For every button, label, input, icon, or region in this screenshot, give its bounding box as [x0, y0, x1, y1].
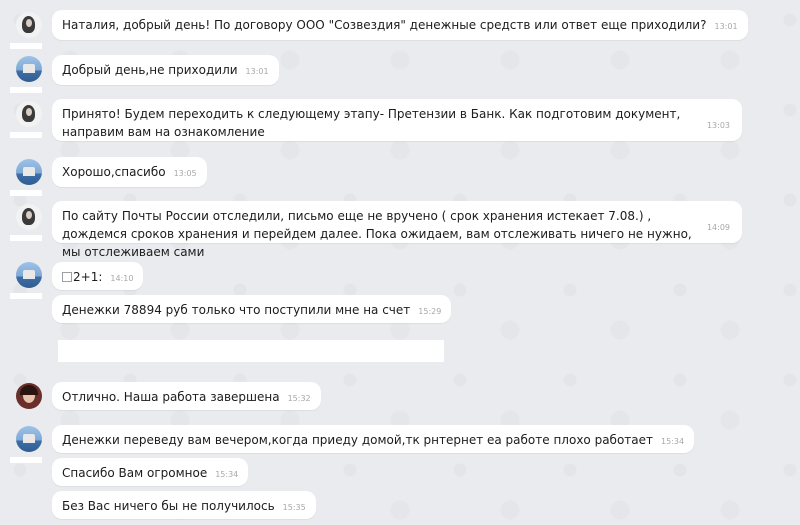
broken-image-icon[interactable] [62, 272, 72, 282]
avatar-client[interactable] [16, 262, 42, 288]
message-text: По сайту Почты России отследили, письмо … [62, 209, 692, 259]
message-text: Без Вас ничего бы не получилось [62, 499, 275, 513]
avatar-caption [10, 132, 42, 138]
message-time: 13:05 [173, 169, 197, 178]
message-bubble[interactable]: Спасибо Вам огромное 15:34 [52, 458, 249, 486]
message-text: Отлично. Наша работа завершена [62, 390, 280, 404]
message-bubble[interactable]: Принято! Будем переходить к следующему э… [52, 99, 742, 141]
message-text: 2+1: [73, 270, 103, 284]
message-time: 14:09 [706, 223, 730, 232]
message-bubble[interactable]: Наталия, добрый день! По договору ООО "С… [52, 10, 748, 40]
avatar-caption [10, 190, 42, 196]
message-text: Наталия, добрый день! По договору ООО "С… [62, 18, 707, 32]
message-time: 13:01 [714, 22, 738, 31]
message-text: Добрый день,не приходили [62, 63, 238, 77]
avatar-lawyer[interactable] [16, 12, 42, 38]
avatar-client[interactable] [16, 426, 42, 452]
avatar-lawyer[interactable] [16, 204, 42, 230]
message-text: Денежки 78894 руб только что поступили м… [62, 303, 411, 317]
message-time: 15:32 [287, 394, 311, 403]
avatar-caption [10, 457, 42, 463]
message-time: 13:03 [706, 121, 730, 130]
message-bubble[interactable]: Добрый день,не приходили 13:01 [52, 55, 279, 85]
message-bubble[interactable]: 2+1: 14:10 [52, 262, 144, 290]
message-time: 14:10 [110, 274, 134, 283]
avatar-client[interactable] [16, 56, 42, 82]
message-bubble[interactable]: Хорошо,спасибо 13:05 [52, 157, 207, 187]
message-time: 13:01 [245, 67, 269, 76]
message-bubble[interactable]: Денежки 78894 руб только что поступили м… [52, 295, 452, 323]
message-text: Спасибо Вам огромное [62, 466, 208, 480]
avatar-manager[interactable] [16, 383, 42, 409]
message-time: 15:34 [215, 470, 239, 479]
message-bubble[interactable]: Без Вас ничего бы не получилось 15:35 [52, 491, 316, 519]
avatar-caption [10, 293, 42, 299]
avatar-caption [10, 87, 42, 93]
redacted-strip [58, 340, 444, 362]
message-text: Принято! Будем переходить к следующему э… [62, 107, 681, 139]
message-bubble[interactable]: По сайту Почты России отследили, письмо … [52, 201, 742, 259]
message-time: 15:35 [282, 503, 306, 512]
message-text: Хорошо,спасибо [62, 165, 166, 179]
message-text: Денежки переведу вам вечером,когда приед… [62, 433, 653, 447]
message-bubble[interactable]: Отлично. Наша работа завершена 15:32 [52, 382, 321, 410]
message-time: 15:29 [418, 307, 442, 316]
message-bubble[interactable]: Денежки переведу вам вечером,когда приед… [52, 425, 695, 453]
avatar-caption [10, 235, 42, 241]
avatar-caption [10, 43, 42, 49]
avatar-lawyer[interactable] [16, 101, 42, 127]
avatar-client[interactable] [16, 159, 42, 185]
message-time: 15:34 [661, 437, 685, 446]
